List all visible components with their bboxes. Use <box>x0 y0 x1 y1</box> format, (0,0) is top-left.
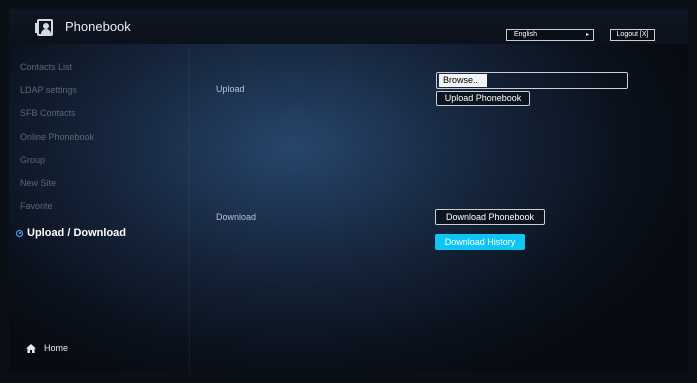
file-input[interactable]: Browse.. <box>436 72 628 89</box>
upload-phonebook-button[interactable]: Upload Phonebook <box>436 91 530 106</box>
home-label: Home <box>44 343 69 353</box>
browse-button[interactable]: Browse.. <box>439 74 487 87</box>
sidebar-item-new-site[interactable]: New Site <box>20 178 56 188</box>
sidebar: Contacts List LDAP settings SFB Contacts… <box>9 44 189 373</box>
sidebar-item-contacts-list[interactable]: Contacts List <box>20 62 72 72</box>
sidebar-item-sfb-contacts[interactable]: SFB Contacts <box>20 108 76 118</box>
app-window: Phonebook English ▸ Logout [X] Contacts … <box>9 9 688 373</box>
phonebook-icon <box>35 19 53 36</box>
logout-button[interactable]: Logout [X] <box>610 29 655 41</box>
home-icon <box>26 344 36 354</box>
download-history-button[interactable]: Download History <box>435 234 525 250</box>
sidebar-item-ldap-settings[interactable]: LDAP settings <box>20 85 77 95</box>
sidebar-item-online-phonebook[interactable]: Online Phonebook <box>20 132 94 142</box>
top-bar: Phonebook English ▸ Logout [X] <box>9 9 688 44</box>
app-title: Phonebook <box>65 19 131 34</box>
chevron-down-icon: ▸ <box>585 32 589 38</box>
sidebar-item-group[interactable]: Group <box>20 155 45 165</box>
active-marker-icon <box>16 229 23 237</box>
language-select[interactable]: English ▸ <box>506 29 594 41</box>
home-link[interactable]: Home <box>26 343 69 354</box>
download-phonebook-button[interactable]: Download Phonebook <box>435 209 545 225</box>
sidebar-divider <box>189 44 190 373</box>
language-value: English <box>514 31 537 38</box>
sidebar-item-favorite[interactable]: Favorite <box>20 201 53 211</box>
sidebar-item-upload-download[interactable]: Upload / Download <box>16 227 126 239</box>
sidebar-item-label: Upload / Download <box>27 227 126 239</box>
upload-label: Upload <box>216 84 245 94</box>
download-label: Download <box>216 212 257 222</box>
